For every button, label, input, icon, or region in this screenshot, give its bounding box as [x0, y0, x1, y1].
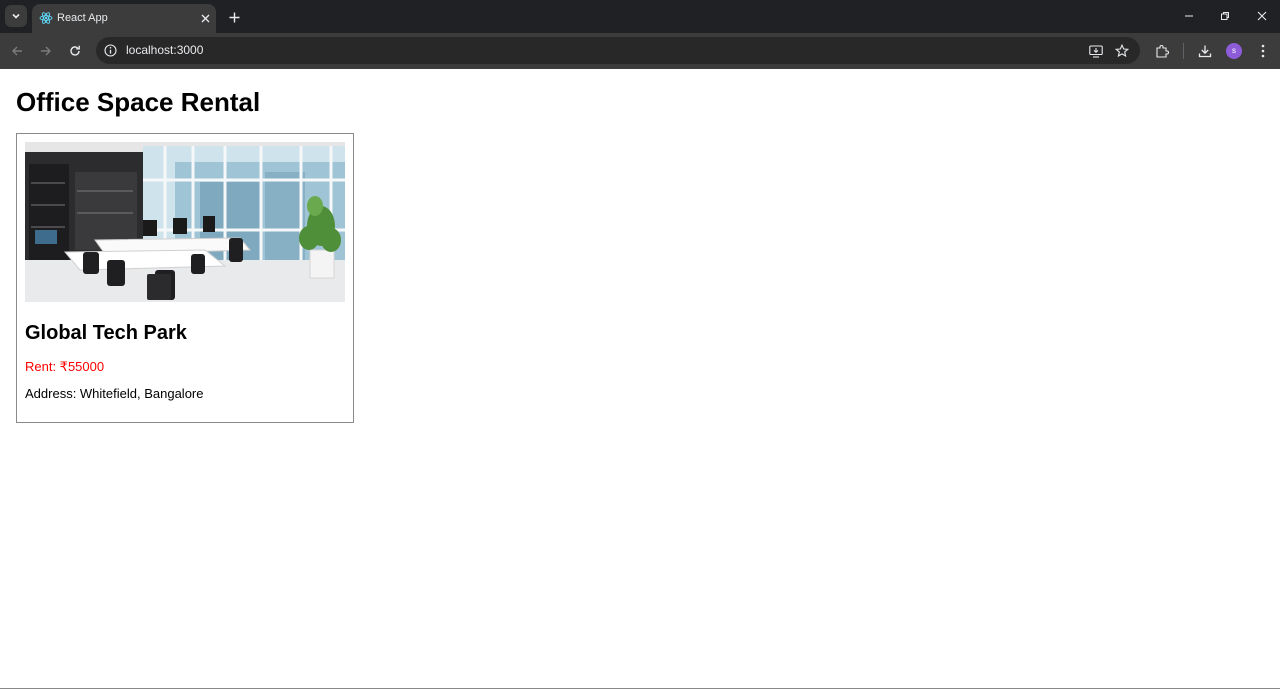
- close-window-button[interactable]: [1253, 8, 1271, 24]
- puzzle-icon: [1155, 44, 1169, 58]
- office-card: Global Tech Park Rent: ₹55000 Address: W…: [16, 133, 354, 423]
- address-bar[interactable]: localhost:3000: [96, 37, 1140, 64]
- chevron-down-icon: [12, 13, 20, 19]
- arrow-left-icon: [12, 46, 22, 56]
- more-vertical-icon: [1261, 44, 1265, 58]
- install-app-button[interactable]: [1088, 43, 1104, 59]
- react-logo-icon: [39, 12, 53, 24]
- browser-tab-active[interactable]: React App: [32, 4, 216, 33]
- star-icon: [1115, 44, 1129, 58]
- page-content: Office Space Rental Global Tech Park Ren…: [0, 69, 1280, 688]
- minimize-window-button[interactable]: [1180, 8, 1198, 24]
- close-icon: [1257, 11, 1267, 21]
- tab-title: React App: [57, 12, 108, 24]
- reload-button[interactable]: [65, 41, 85, 61]
- back-button[interactable]: [7, 41, 27, 61]
- toolbar-divider: [1183, 43, 1184, 59]
- bookmark-button[interactable]: [1114, 43, 1130, 59]
- restore-icon: [1221, 12, 1229, 20]
- extensions-button[interactable]: [1153, 42, 1171, 60]
- site-info-icon[interactable]: [104, 44, 117, 57]
- downloads-button[interactable]: [1196, 42, 1214, 60]
- office-rent: Rent: ₹55000: [25, 359, 105, 374]
- arrow-right-icon: [41, 46, 51, 56]
- install-app-icon: [1089, 44, 1103, 58]
- url-text[interactable]: localhost:3000: [126, 43, 203, 58]
- restore-window-button[interactable]: [1216, 8, 1234, 24]
- office-photo: [25, 142, 345, 302]
- office-name: Global Tech Park: [25, 322, 187, 344]
- minimize-icon: [1185, 15, 1193, 17]
- reload-icon: [70, 45, 80, 56]
- tab-close-button[interactable]: [198, 11, 212, 25]
- page-title: Office Space Rental: [16, 87, 261, 117]
- profile-avatar[interactable]: s: [1226, 43, 1242, 59]
- close-icon: [201, 14, 209, 22]
- browser-tab-strip: React App: [0, 0, 1280, 33]
- tab-search-button[interactable]: [5, 5, 27, 27]
- office-address: Address: Whitefield, Bangalore: [25, 386, 204, 401]
- download-icon: [1198, 45, 1212, 58]
- browser-toolbar: localhost:3000 s: [0, 33, 1280, 69]
- new-tab-button[interactable]: [225, 8, 243, 26]
- forward-button[interactable]: [36, 41, 56, 61]
- plus-icon: [229, 12, 239, 22]
- office-image: [25, 142, 345, 302]
- browser-menu-button[interactable]: [1254, 42, 1272, 60]
